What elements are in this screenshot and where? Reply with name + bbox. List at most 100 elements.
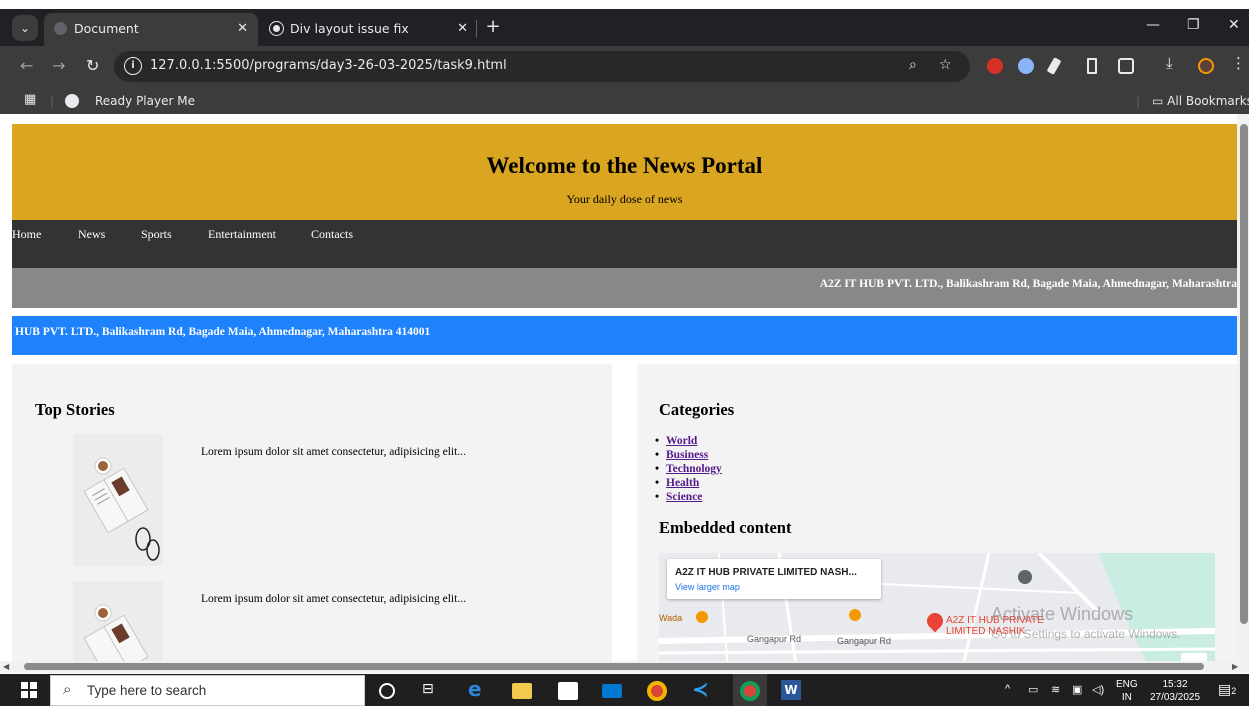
horizontal-scrollbar[interactable]: ◀ ▶ <box>0 661 1249 673</box>
profile-avatar[interactable] <box>1198 58 1214 74</box>
taskbar-search-input[interactable]: ⌕ Type here to search <box>50 675 365 706</box>
top-stories-section: Top Stories Lorem ipsum dolor sit amet c… <box>12 364 612 661</box>
globe-icon[interactable] <box>65 94 79 108</box>
map-place-name: A2Z IT HUB PRIVATE LIMITED NASH... <box>675 567 857 578</box>
browser-tab-bar: ⌄ Document ✕ Div layout issue fix ✕ + — … <box>0 9 1249 46</box>
categories-list: • World • Business • Technology • Health • Sc… <box>655 434 722 504</box>
reload-icon[interactable]: ↻ <box>86 56 99 75</box>
category-link-business[interactable]: • Business <box>655 448 722 462</box>
task-view-icon[interactable]: ⊟ <box>422 681 442 701</box>
map-road-label: Gangapur Rd <box>747 634 802 644</box>
back-icon[interactable]: ← <box>20 56 33 75</box>
tray-chevron-icon[interactable]: ^ <box>1005 683 1010 695</box>
restore-icon[interactable]: ❐ <box>1187 17 1200 33</box>
news-page: Welcome to the News Portal Your daily do… <box>12 124 1237 661</box>
language-indicator[interactable]: ENG IN <box>1116 678 1138 704</box>
windows-start-icon[interactable] <box>21 682 37 698</box>
vertical-scroll-thumb[interactable] <box>1240 124 1248 624</box>
address-bar[interactable]: i 127.0.0.1:5500/programs/day3-26-03-202… <box>114 51 970 82</box>
nav-entertainment[interactable]: Entertainment <box>208 227 276 242</box>
pen-extension-icon[interactable] <box>1046 57 1062 75</box>
mail-icon[interactable] <box>602 684 622 698</box>
scroll-right-icon[interactable]: ▶ <box>1232 662 1238 671</box>
tray-battery-icon[interactable]: ▭ <box>1028 683 1038 696</box>
page-viewport: Welcome to the News Portal Your daily do… <box>0 114 1249 661</box>
tab-close-icon[interactable]: ✕ <box>237 13 248 44</box>
category-label: Science <box>666 491 703 503</box>
category-link-technology[interactable]: • Technology <box>655 462 722 476</box>
forward-icon[interactable]: → <box>52 56 65 75</box>
download-icon[interactable]: ⤓ <box>1166 54 1182 72</box>
activate-windows-title: Activate Windows <box>991 604 1134 624</box>
file-explorer-icon[interactable] <box>512 683 532 699</box>
story-image <box>73 434 163 566</box>
url-text: 127.0.0.1:5500/programs/day3-26-03-2025/… <box>150 58 507 73</box>
all-bookmarks-button[interactable]: ▭ All Bookmarks <box>1152 94 1249 108</box>
notification-count: 2 <box>1231 686 1237 696</box>
bookmark-star-icon[interactable]: ☆ <box>939 57 952 73</box>
tray-wifi-icon[interactable]: ≋ <box>1051 683 1060 696</box>
store-icon[interactable] <box>558 682 578 700</box>
bookmark-divider: | <box>1136 94 1141 108</box>
bookmark-ready-player-me[interactable]: Ready Player Me <box>95 94 195 108</box>
page-subtitle: Your daily dose of news <box>566 192 683 206</box>
chrome-icon[interactable] <box>647 681 667 701</box>
chrome-active-icon[interactable] <box>733 674 767 706</box>
nav-sports[interactable]: Sports <box>141 227 172 242</box>
category-link-world[interactable]: • World <box>655 434 722 448</box>
cortana-icon[interactable] <box>379 683 395 699</box>
bookmarks-bar: ▦ | Ready Player Me | ▭ All Bookmarks <box>0 88 1249 114</box>
clock-date: 27/03/2025 <box>1149 692 1201 703</box>
kebab-menu-icon[interactable]: ⋮ <box>1231 54 1247 72</box>
view-larger-map-link[interactable]: View larger map <box>675 582 740 592</box>
language-code: ENG <box>1116 679 1138 690</box>
nav-news[interactable]: News <box>78 227 105 242</box>
tab-div-layout[interactable]: Div layout issue fix ✕ <box>260 13 478 46</box>
clock[interactable]: 15:32 27/03/2025 <box>1148 678 1202 704</box>
minimize-icon[interactable]: — <box>1146 17 1160 33</box>
extensions-puzzle-icon[interactable] <box>1118 58 1134 74</box>
word-icon[interactable]: W <box>781 680 801 700</box>
new-tab-button[interactable]: + <box>484 15 502 39</box>
tab-title: Document <box>74 21 139 36</box>
vscode-icon[interactable]: ≺ <box>692 677 712 701</box>
scroll-left-icon[interactable]: ◀ <box>3 662 9 671</box>
site-info-icon[interactable]: i <box>124 57 142 75</box>
story-text: Lorem ipsum dolor sit amet consectetur, … <box>201 446 466 458</box>
categories-title: Categories <box>659 400 735 419</box>
marquee-text: A2Z IT HUB PVT. LTD., Balikashram Rd, Ba… <box>819 278 1237 290</box>
extension-icon[interactable] <box>1018 58 1034 74</box>
map-label: Wada <box>659 613 683 623</box>
notification-icon[interactable]: ▤2 <box>1218 681 1236 698</box>
region-code: IN <box>1121 692 1132 703</box>
embedded-title: Embedded content <box>659 518 792 537</box>
edge-icon[interactable]: e <box>468 677 488 701</box>
close-window-icon[interactable]: ✕ <box>1228 17 1240 33</box>
tab-search-menu-button[interactable]: ⌄ <box>12 15 38 41</box>
vertical-scrollbar[interactable] <box>1237 114 1249 661</box>
tab-document[interactable]: Document ✕ <box>44 13 258 46</box>
map-zoom-in-button[interactable]: + <box>1181 653 1207 661</box>
category-link-science[interactable]: • Science <box>655 490 722 504</box>
map-place-card: A2Z IT HUB PRIVATE LIMITED NASH... View … <box>667 559 881 599</box>
category-label: Business <box>666 449 709 461</box>
category-label: Technology <box>666 463 722 475</box>
top-strip <box>0 0 1249 9</box>
tab-close-icon[interactable]: ✕ <box>457 13 468 44</box>
search-icon: ⌕ <box>63 680 72 698</box>
tab-favicon-icon <box>270 22 283 35</box>
nav-home[interactable]: Home <box>12 227 41 242</box>
zoom-icon[interactable]: ⌕ <box>909 57 917 73</box>
tray-display-icon[interactable]: ▣ <box>1072 683 1082 696</box>
bookmark-label: Ready Player Me <box>95 94 195 108</box>
reading-list-icon[interactable] <box>1087 58 1097 74</box>
tray-volume-icon[interactable]: ◁) <box>1092 683 1104 696</box>
windows-taskbar: ⌕ Type here to search ⊟ e ≺ W ^ ▭ ≋ ▣ ◁)… <box>0 674 1249 706</box>
category-label: World <box>666 435 698 447</box>
nav-contacts[interactable]: Contacts <box>311 227 353 242</box>
tab-favicon-icon <box>54 22 67 35</box>
category-link-health[interactable]: • Health <box>655 476 722 490</box>
horizontal-scroll-thumb[interactable] <box>24 663 1204 670</box>
apps-grid-icon[interactable]: ▦ <box>24 92 36 107</box>
extension-icon[interactable] <box>987 58 1003 74</box>
